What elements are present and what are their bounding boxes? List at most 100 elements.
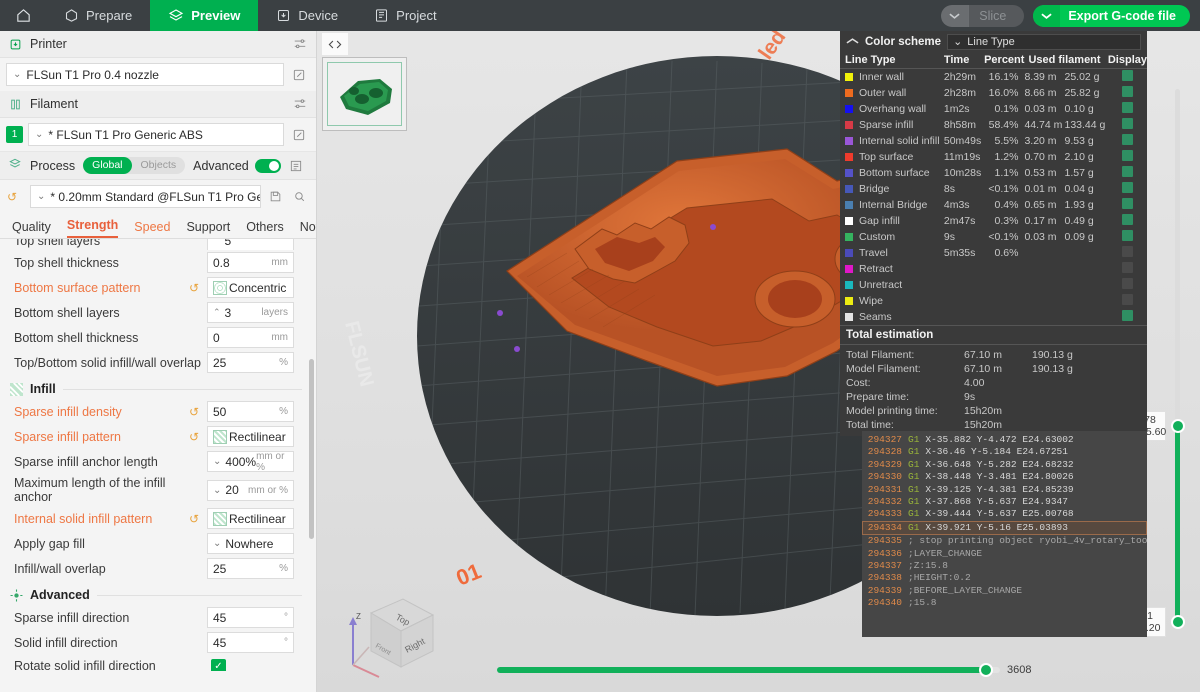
filament-slot-badge[interactable]: 1	[6, 126, 23, 143]
tab-strength[interactable]: Strength	[66, 218, 119, 238]
export-gcode-button-label[interactable]: Export G-code file	[1060, 5, 1190, 27]
tab-notes[interactable]: Notes	[300, 220, 316, 238]
reset-preset-icon[interactable]: ↺	[7, 190, 22, 204]
setting-field-sparse-anchor-length[interactable]: ⌄ 400% mm or %	[207, 451, 294, 472]
gcode-line[interactable]: 294340 ;15.8	[862, 597, 1147, 609]
tab-prepare[interactable]: Prepare	[46, 0, 150, 31]
setting-field-sparse-infill-direction[interactable]: 45 °	[207, 607, 294, 628]
line-type-row[interactable]: Custom 9s <0.1% 0.03 m 0.09 g	[840, 229, 1147, 245]
gcode-line[interactable]: 294339 ;BEFORE_LAYER_CHANGE	[862, 585, 1147, 597]
setting-field-sparse-infill-density[interactable]: 50 %	[207, 401, 294, 422]
display-checkbox[interactable]	[1121, 70, 1133, 81]
printer-preset-combo[interactable]: ⌄ FLSun T1 Pro 0.4 nozzle	[6, 63, 284, 86]
line-type-row[interactable]: Internal Bridge 4m3s 0.4% 0.65 m 1.93 g	[840, 197, 1147, 213]
line-type-display-cell[interactable]	[1108, 181, 1147, 197]
line-type-row[interactable]: Wipe	[840, 293, 1147, 309]
line-type-display-cell[interactable]	[1108, 229, 1147, 245]
display-checkbox[interactable]	[1121, 86, 1133, 97]
export-gcode-button-group[interactable]: Export G-code file	[1033, 4, 1190, 27]
line-type-row[interactable]: Inner wall 2h29m 16.1% 8.39 m 25.02 g	[840, 69, 1147, 86]
save-preset-icon[interactable]	[266, 187, 285, 206]
gcode-line[interactable]: 294335 ; stop printing object ryobi_4v_ro…	[862, 535, 1147, 547]
compare-presets-icon[interactable]	[287, 156, 306, 175]
display-checkbox[interactable]	[1121, 310, 1133, 321]
gcode-line[interactable]: 294329 G1 X-36.648 Y-5.282 E24.68232	[862, 459, 1147, 471]
tab-support[interactable]: Support	[186, 220, 230, 238]
color-scheme-select[interactable]: ⌄ Line Type	[947, 33, 1141, 50]
gcode-line-list[interactable]: 294327 G1 X-35.882 Y-4.472 E24.63002 294328…	[862, 431, 1147, 637]
display-checkbox[interactable]	[1121, 246, 1133, 257]
line-type-display-cell[interactable]	[1108, 149, 1147, 165]
gcode-line[interactable]: 294337 ;Z:15.8	[862, 560, 1147, 572]
display-checkbox[interactable]	[1121, 134, 1133, 145]
process-scope-global[interactable]: Global	[83, 157, 132, 174]
line-type-display-cell[interactable]	[1108, 213, 1147, 229]
move-slider-knob[interactable]	[978, 663, 993, 677]
line-type-display-cell[interactable]	[1108, 101, 1147, 117]
tab-speed[interactable]: Speed	[134, 220, 170, 238]
slice-button-group[interactable]: Slice	[941, 4, 1025, 27]
display-checkbox[interactable]	[1121, 198, 1133, 209]
gcode-line[interactable]: 294330 G1 X-38.448 Y-3.481 E24.80026	[862, 471, 1147, 483]
display-checkbox[interactable]	[1121, 118, 1133, 129]
orientation-cube[interactable]: Top Right Front Z	[335, 575, 445, 680]
line-type-row[interactable]: Travel 5m35s 0.6%	[840, 245, 1147, 261]
move-slider-track[interactable]	[497, 663, 1000, 677]
slice-button-label[interactable]: Slice	[968, 4, 1024, 27]
line-type-display-cell[interactable]	[1108, 133, 1147, 149]
setting-field-solid-infill-direction[interactable]: 45 °	[207, 632, 294, 653]
gcode-line[interactable]: 294333 G1 X-39.444 Y-5.637 E25.00768	[862, 508, 1147, 520]
setting-field-topbottom-overlap[interactable]: 25 %	[207, 352, 294, 373]
tab-quality[interactable]: Quality	[12, 220, 51, 238]
line-type-display-cell[interactable]	[1108, 309, 1147, 325]
settings-scroll-area[interactable]: Top shell layers ⌃ 5 Top shell thickness …	[0, 239, 316, 671]
tab-project[interactable]: Project	[356, 0, 454, 31]
display-checkbox[interactable]	[1121, 262, 1133, 273]
move-slider[interactable]: 3608	[497, 660, 1037, 680]
setting-field-apply-gap-fill[interactable]: ⌄ Nowhere	[207, 533, 294, 554]
rotate-solid-infill-checkbox[interactable]: ✓	[211, 658, 226, 671]
reset-setting-icon[interactable]: ↺	[189, 281, 204, 295]
setting-field-bottom-shell-layers[interactable]: ⌃ 3 layers	[207, 302, 294, 323]
display-checkbox[interactable]	[1121, 182, 1133, 193]
gcode-line[interactable]: 294338 ;HEIGHT:0.2	[862, 572, 1147, 584]
line-type-row[interactable]: Overhang wall 1m2s 0.1% 0.03 m 0.10 g	[840, 101, 1147, 117]
setting-field-top-shell-thickness[interactable]: 0.8 mm	[207, 252, 294, 273]
home-icon[interactable]	[0, 0, 46, 31]
code-brackets-icon[interactable]	[322, 33, 348, 55]
printer-edit-icon[interactable]	[289, 65, 308, 84]
line-type-row[interactable]: Outer wall 2h28m 16.0% 8.66 m 25.82 g	[840, 85, 1147, 101]
gcode-line[interactable]: 294336 ;LAYER_CHANGE	[862, 548, 1147, 560]
model-thumbnail[interactable]	[322, 57, 407, 131]
gcode-line[interactable]: 294332 G1 X-37.868 Y-5.637 E24.9347	[862, 496, 1147, 508]
filament-settings-icon[interactable]	[293, 97, 307, 111]
line-type-display-cell[interactable]	[1108, 165, 1147, 181]
layer-slider[interactable]: 78 15.60 1 0.20	[1134, 71, 1192, 671]
display-checkbox[interactable]	[1121, 278, 1133, 289]
display-checkbox[interactable]	[1121, 214, 1133, 225]
process-scope-objects[interactable]: Objects	[132, 157, 186, 174]
reset-setting-icon[interactable]: ↺	[189, 512, 204, 526]
tab-others[interactable]: Others	[246, 220, 284, 238]
setting-field-bottom-surface-pattern[interactable]: Concentric	[207, 277, 294, 298]
search-icon[interactable]	[290, 187, 309, 206]
spinner-icon[interactable]: ⌃	[213, 307, 221, 318]
setting-field-internal-solid-infill-pattern[interactable]: Rectilinear	[207, 508, 294, 529]
reset-setting-icon[interactable]: ↺	[189, 405, 204, 419]
line-type-display-cell[interactable]	[1108, 197, 1147, 213]
gcode-line[interactable]: 294328 G1 X-36.46 Y-5.184 E24.67251	[862, 446, 1147, 458]
filament-edit-icon[interactable]	[289, 125, 308, 144]
line-type-display-cell[interactable]	[1108, 69, 1147, 86]
settings-scrollbar[interactable]	[309, 359, 314, 539]
line-type-display-cell[interactable]	[1108, 261, 1147, 277]
advanced-toggle[interactable]	[254, 158, 281, 173]
display-checkbox[interactable]	[1121, 230, 1133, 241]
tab-preview[interactable]: Preview	[150, 0, 259, 31]
display-checkbox[interactable]	[1121, 294, 1133, 305]
display-checkbox[interactable]	[1121, 166, 1133, 177]
line-type-row[interactable]: Gap infill 2m47s 0.3% 0.17 m 0.49 g	[840, 213, 1147, 229]
line-type-row[interactable]: Internal solid infill 50m49s 5.5% 3.20 m 9.5…	[840, 133, 1147, 149]
line-type-row[interactable]: Bridge 8s <0.1% 0.01 m 0.04 g	[840, 181, 1147, 197]
layer-slider-lower-knob[interactable]	[1171, 615, 1185, 629]
line-type-row[interactable]: Top surface 11m19s 1.2% 0.70 m 2.10 g	[840, 149, 1147, 165]
